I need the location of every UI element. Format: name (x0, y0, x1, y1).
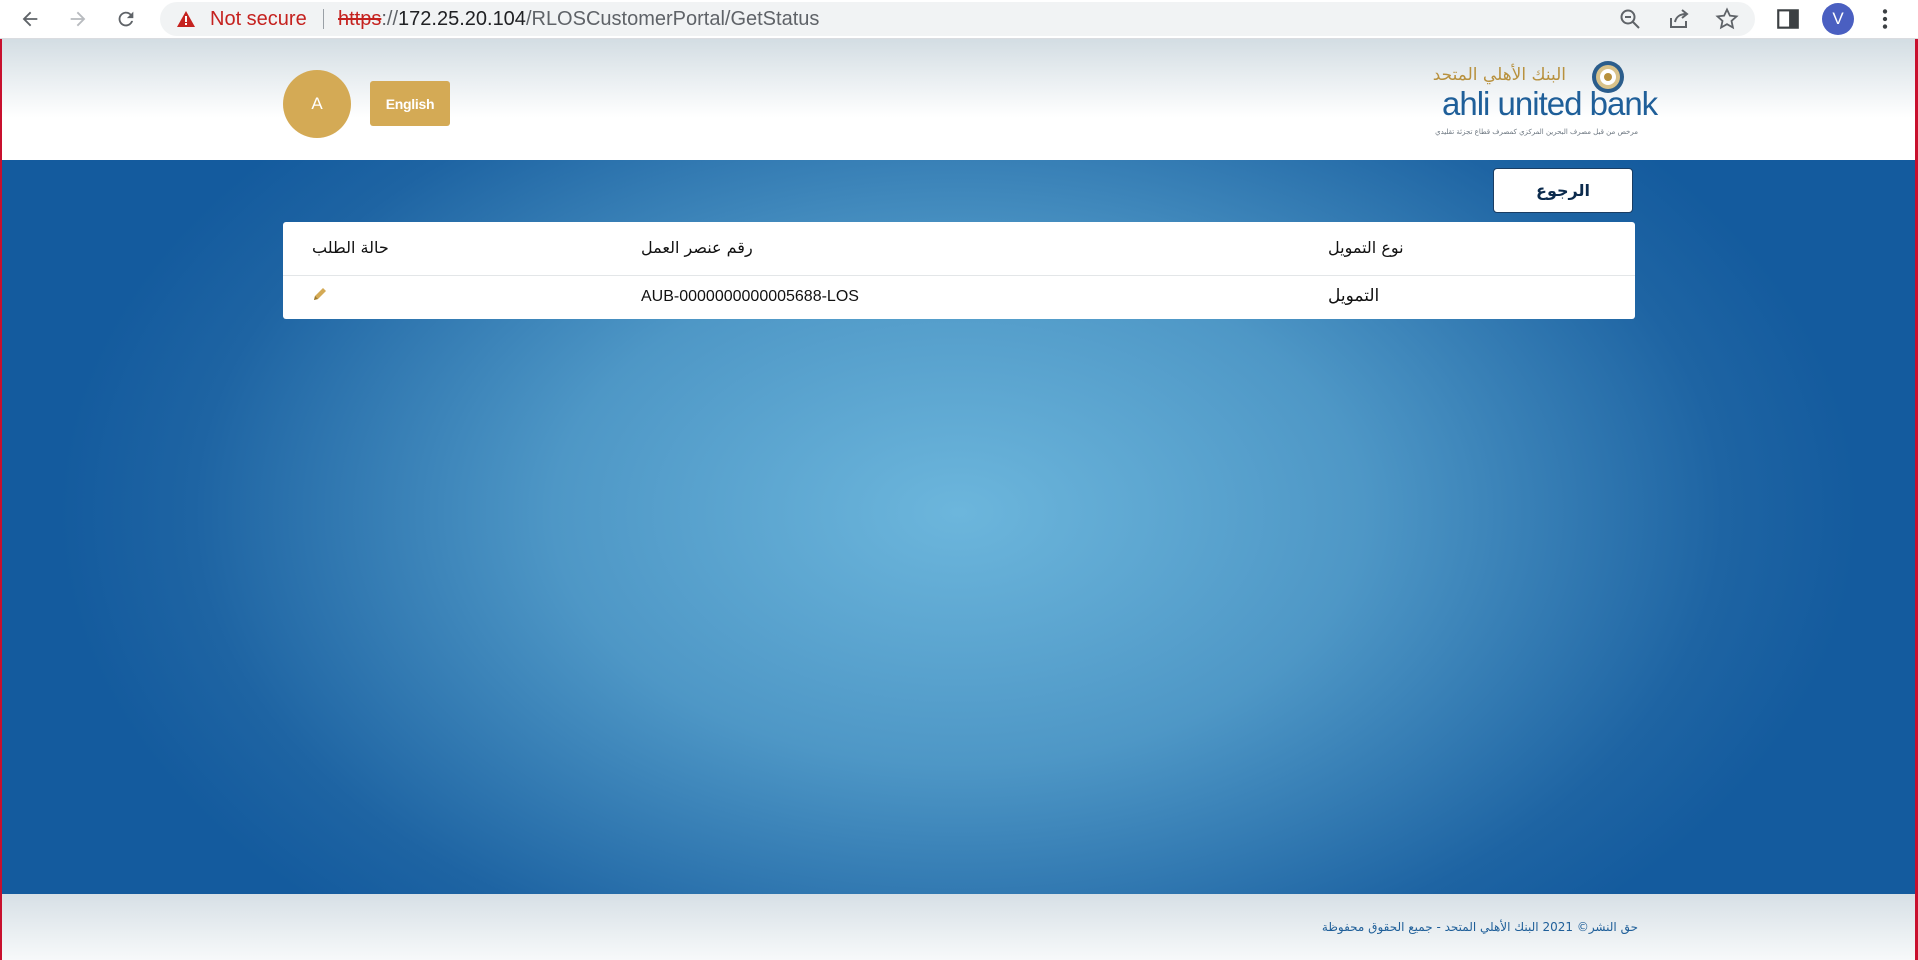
security-status[interactable]: Not secure (210, 8, 307, 31)
url-text[interactable]: https://172.25.20.104/RLOSCustomerPortal… (338, 8, 819, 31)
logo-arabic-text: البنك الأهلي المتحد (1432, 65, 1566, 85)
portal-page: A English البنك الأهلي المتحد ahli unite… (0, 39, 1918, 960)
address-bar[interactable]: Not secure https://172.25.20.104/RLOSCus… (160, 2, 1755, 36)
url-separator: :// (381, 8, 399, 30)
main-content: الرجوع حالة الطلب رقم عنصر العمل نوع الت… (2, 160, 1915, 894)
pencil-icon[interactable] (311, 285, 329, 303)
zoom-out-icon[interactable] (1618, 7, 1642, 31)
site-header: A English البنك الأهلي المتحد ahli unite… (2, 39, 1915, 160)
work-item-number: AUB-0000000000005688-LOS (641, 288, 859, 305)
share-icon[interactable] (1667, 7, 1691, 31)
copyright-text: حق النشر© 2021 البنك الأهلي المتحد - جمي… (1321, 920, 1638, 934)
more-menu-icon[interactable] (1872, 6, 1898, 32)
url-scheme: https (338, 8, 382, 30)
user-avatar[interactable]: A (283, 70, 351, 138)
language-toggle-button[interactable]: English (370, 81, 450, 126)
url-host: 172.25.20.104 (398, 8, 526, 30)
site-footer: حق النشر© 2021 البنك الأهلي المتحد - جمي… (2, 894, 1915, 960)
divider (323, 9, 324, 29)
profile-avatar[interactable]: V (1822, 3, 1854, 35)
table-header-row: حالة الطلب رقم عنصر العمل نوع التمويل (283, 222, 1635, 276)
request-status-table: حالة الطلب رقم عنصر العمل نوع التمويل AU… (283, 222, 1635, 319)
warning-icon (177, 11, 195, 27)
header-work-item-number: رقم عنصر العمل (641, 238, 753, 257)
header-finance-type: نوع التمويل (1328, 238, 1404, 257)
bookmark-star-icon[interactable] (1715, 7, 1739, 31)
back-arrow-icon[interactable] (14, 3, 46, 35)
forward-arrow-icon[interactable] (62, 3, 94, 35)
bank-logo[interactable]: البنك الأهلي المتحد ahli united bank مرخ… (1433, 59, 1658, 143)
browser-toolbar: Not secure https://172.25.20.104/RLOSCus… (0, 0, 1918, 39)
finance-type-value: التمويل (1328, 286, 1380, 306)
reload-icon[interactable] (110, 3, 142, 35)
side-panel-icon[interactable] (1775, 6, 1801, 32)
url-path: /RLOSCustomerPortal/GetStatus (525, 8, 820, 30)
table-row: AUB-0000000000005688-LOS التمويل (283, 276, 1635, 319)
logo-tagline: مرخص من قبل مصرف البحرين المركزي كمصرف ق… (1435, 128, 1638, 136)
logo-english-text: ahli united bank (1442, 85, 1658, 122)
header-request-status: حالة الطلب (312, 238, 389, 257)
back-button[interactable]: الرجوع (1493, 168, 1633, 213)
